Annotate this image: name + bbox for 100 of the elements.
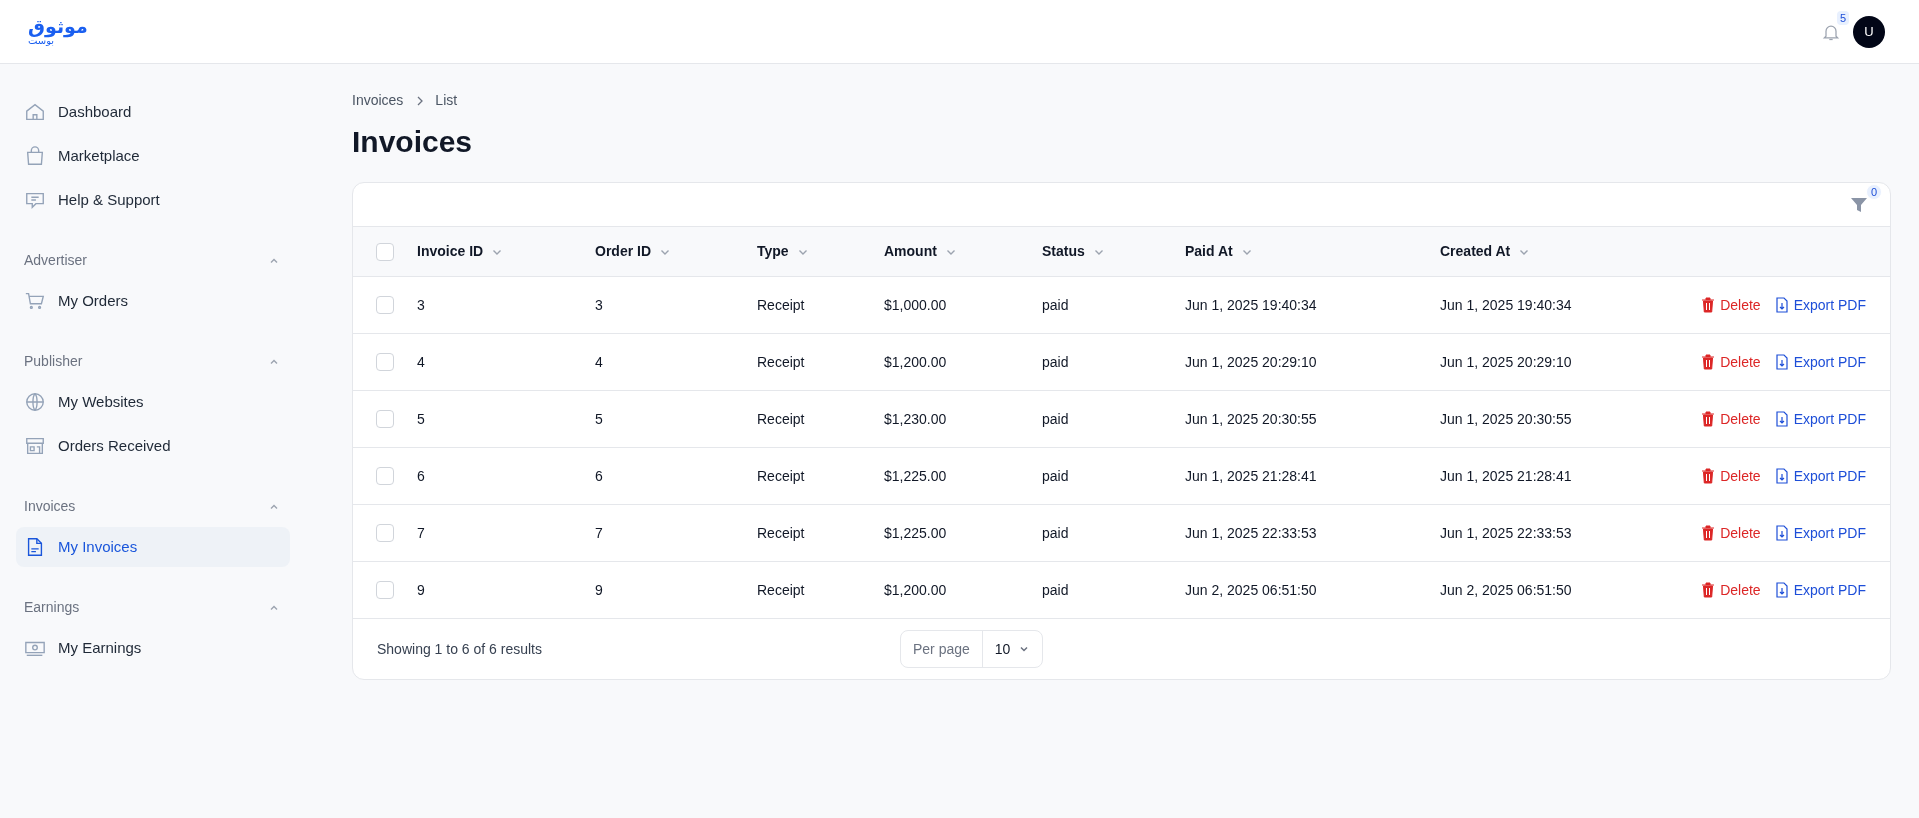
column-header[interactable]: Status xyxy=(1042,241,1105,262)
breadcrumb-link[interactable]: Invoices xyxy=(352,90,404,111)
results-summary: Showing 1 to 6 of 6 results xyxy=(377,639,543,659)
table-cell: Jun 1, 2025 19:40:34 xyxy=(1185,297,1317,313)
delete-button[interactable]: Delete xyxy=(1701,465,1761,487)
table-cell: 4 xyxy=(595,354,603,370)
table-cell: 6 xyxy=(595,468,603,484)
sidebar-item[interactable]: Dashboard xyxy=(16,92,290,132)
delete-button[interactable]: Delete xyxy=(1701,579,1761,601)
checkbox[interactable] xyxy=(376,410,394,428)
export-pdf-button[interactable]: Export PDF xyxy=(1774,465,1866,487)
trash-icon xyxy=(1701,525,1716,541)
table-cell: Jun 1, 2025 20:30:55 xyxy=(1185,411,1317,427)
checkbox[interactable] xyxy=(376,296,394,314)
table-cell: $1,230.00 xyxy=(884,411,947,427)
logo-wordmark: موثوق xyxy=(28,17,88,36)
breadcrumb-link[interactable]: List xyxy=(435,90,458,111)
table-cell: 7 xyxy=(595,525,603,541)
table-cell: paid xyxy=(1042,297,1069,313)
sidebar-item[interactable]: My Invoices xyxy=(16,527,290,567)
table-cell: 5 xyxy=(595,411,603,427)
sidebar-item[interactable]: Orders Received xyxy=(16,426,290,466)
delete-button[interactable]: Delete xyxy=(1701,351,1761,373)
table-cell: $1,000.00 xyxy=(884,297,947,313)
table-cell: Jun 1, 2025 22:33:53 xyxy=(1440,525,1572,541)
per-page-select[interactable]: Per page 10 xyxy=(900,630,1044,668)
export-pdf-button[interactable]: Export PDF xyxy=(1774,408,1866,430)
table-cell: $1,225.00 xyxy=(884,525,947,541)
table-cell: Jun 1, 2025 20:29:10 xyxy=(1185,354,1317,370)
table-cell: Jun 1, 2025 21:28:41 xyxy=(1185,468,1317,484)
section-heading: Invoices xyxy=(24,497,76,516)
table-cell: $1,200.00 xyxy=(884,582,947,598)
table-cell: Jun 2, 2025 06:51:50 xyxy=(1185,582,1317,598)
export-pdf-button[interactable]: Export PDF xyxy=(1774,522,1866,544)
delete-button[interactable]: Delete xyxy=(1701,522,1761,544)
table-cell: Jun 2, 2025 06:51:50 xyxy=(1440,582,1572,598)
document-download-icon xyxy=(1774,468,1789,484)
column-header[interactable]: Order ID xyxy=(595,241,671,262)
table-cell: $1,200.00 xyxy=(884,354,947,370)
table-cell: paid xyxy=(1042,525,1069,541)
section-heading: Advertiser xyxy=(24,251,88,270)
delete-button[interactable]: Delete xyxy=(1701,294,1761,316)
table-cell: Receipt xyxy=(757,525,805,541)
table-cell: paid xyxy=(1042,354,1069,370)
section-heading: Earnings xyxy=(24,598,80,617)
column-header[interactable]: Created At xyxy=(1440,241,1531,262)
table-cell: Jun 1, 2025 21:28:41 xyxy=(1440,468,1572,484)
table-cell: 4 xyxy=(417,354,425,370)
table-cell: 3 xyxy=(595,297,603,313)
house-icon xyxy=(24,101,46,123)
column-header[interactable]: Paid At xyxy=(1185,241,1253,262)
table-cell: 9 xyxy=(417,582,425,598)
document-download-icon xyxy=(1774,525,1789,541)
table-cell: Jun 1, 2025 19:40:34 xyxy=(1440,297,1572,313)
filter-count: 0 xyxy=(1866,183,1883,200)
table-cell: paid xyxy=(1042,411,1069,427)
table-cell: $1,225.00 xyxy=(884,468,947,484)
sidebar-item[interactable]: Marketplace xyxy=(16,136,290,176)
table-cell: Receipt xyxy=(757,582,805,598)
table-cell: 6 xyxy=(417,468,425,484)
trash-icon xyxy=(1701,297,1716,313)
trash-icon xyxy=(1701,411,1716,427)
delete-button[interactable]: Delete xyxy=(1701,408,1761,430)
storefront-icon xyxy=(24,435,46,457)
document-download-icon xyxy=(1774,411,1789,427)
checkbox[interactable] xyxy=(376,353,394,371)
sidebar-item[interactable]: My Orders xyxy=(16,281,290,321)
table-cell: Receipt xyxy=(757,468,805,484)
trash-icon xyxy=(1701,354,1716,370)
shopping-cart-icon xyxy=(24,290,46,312)
checkbox[interactable] xyxy=(376,467,394,485)
table-cell: 9 xyxy=(595,582,603,598)
column-header[interactable]: Type xyxy=(757,241,809,262)
trash-icon xyxy=(1701,582,1716,598)
sidebar-item[interactable]: My Earnings xyxy=(16,628,290,668)
table-cell: Receipt xyxy=(757,297,805,313)
sidebar-item[interactable]: My Websites xyxy=(16,382,290,422)
export-pdf-button[interactable]: Export PDF xyxy=(1774,579,1866,601)
trash-icon xyxy=(1701,468,1716,484)
document-download-icon xyxy=(1774,582,1789,598)
checkbox[interactable] xyxy=(376,581,394,599)
checkbox[interactable] xyxy=(376,242,394,261)
column-header[interactable]: Amount xyxy=(884,241,957,262)
globe-icon xyxy=(24,391,46,413)
export-pdf-button[interactable]: Export PDF xyxy=(1774,351,1866,373)
shopping-bag-icon xyxy=(24,145,46,167)
sidebar-item[interactable]: Help & Support xyxy=(16,180,290,220)
page-title: Invoices xyxy=(352,124,474,160)
table-cell: 3 xyxy=(417,297,425,313)
user-avatar[interactable]: U xyxy=(1853,15,1885,48)
checkbox[interactable] xyxy=(376,524,394,542)
filter-icon[interactable] xyxy=(1850,195,1868,214)
notification-count: 5 xyxy=(1837,10,1850,25)
table-cell: Jun 1, 2025 20:29:10 xyxy=(1440,354,1572,370)
table-cell: paid xyxy=(1042,582,1069,598)
document-download-icon xyxy=(1774,297,1789,313)
table-cell: Receipt xyxy=(757,411,805,427)
document-download-icon xyxy=(1774,354,1789,370)
column-header[interactable]: Invoice ID xyxy=(417,241,504,262)
export-pdf-button[interactable]: Export PDF xyxy=(1774,294,1866,316)
